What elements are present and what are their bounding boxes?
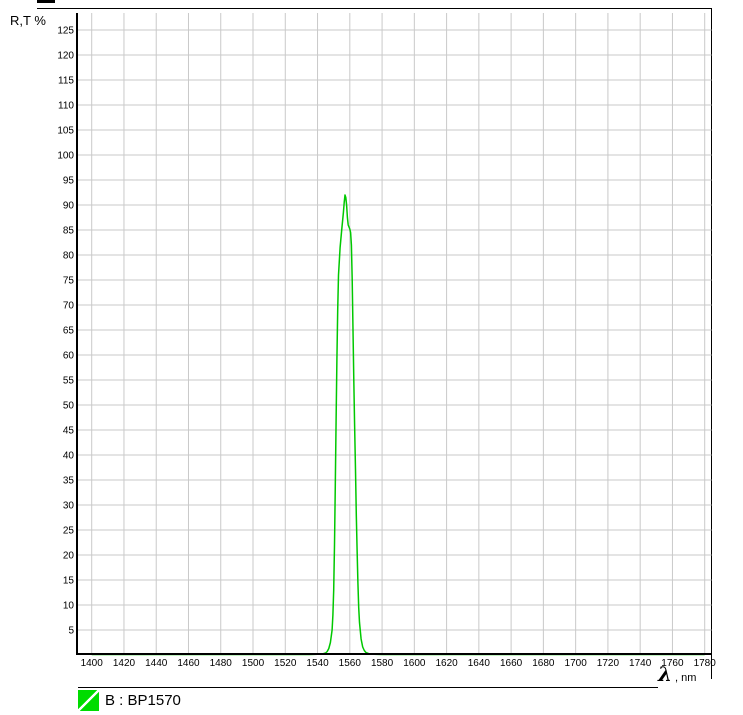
- y-tick-label: 80: [63, 251, 75, 262]
- x-tick-label: 1640: [468, 658, 491, 669]
- x-axis-title-line: [78, 687, 658, 688]
- x-tick-label: 1780: [694, 658, 717, 669]
- spectrum-chart-window: R,T % 5101520253035404550556065707580859…: [0, 0, 743, 715]
- y-tick-label: 90: [63, 201, 75, 212]
- x-tick-label: 1660: [500, 658, 523, 669]
- y-tick-label: 115: [58, 76, 74, 87]
- legend-swatch: [78, 690, 99, 711]
- y-tick-label: 20: [63, 551, 75, 562]
- y-tick-label: 65: [63, 326, 75, 337]
- y-tick-label: 100: [57, 151, 74, 162]
- y-tick-label: 70: [63, 301, 75, 312]
- y-tick-label: 105: [57, 126, 74, 137]
- y-tick-label: 30: [63, 501, 75, 512]
- y-tick-label: 45: [63, 426, 75, 437]
- y-tick-label: 35: [63, 476, 75, 487]
- x-tick-label: 1440: [145, 658, 168, 669]
- x-tick-label: 1400: [81, 658, 104, 669]
- y-tick-label: 120: [57, 51, 74, 62]
- x-tick-label: 1520: [274, 658, 297, 669]
- y-tick-label: 95: [63, 176, 75, 187]
- lambda-symbol: λ: [658, 664, 672, 684]
- x-axis-unit-label: , nm: [675, 672, 696, 684]
- y-tick-label: 75: [63, 276, 75, 287]
- x-tick-label: 1680: [532, 658, 555, 669]
- legend-label: B : BP1570: [105, 690, 181, 711]
- y-tick-label: 125: [57, 26, 74, 37]
- y-tick-label: 15: [63, 576, 75, 587]
- x-tick-label: 1560: [339, 658, 362, 669]
- x-tick-label: 1540: [306, 658, 329, 669]
- y-tick-label: 85: [63, 226, 75, 237]
- x-tick-label: 1420: [113, 658, 136, 669]
- y-tick-label: 60: [63, 351, 75, 362]
- x-tick-label: 1720: [597, 658, 620, 669]
- plot-area[interactable]: 5101520253035404550556065707580859095100…: [0, 0, 743, 715]
- y-tick-label: 40: [63, 451, 75, 462]
- x-tick-label: 1460: [177, 658, 200, 669]
- legend-item[interactable]: B : BP1570: [78, 690, 181, 711]
- x-tick-label: 1740: [629, 658, 652, 669]
- y-tick-label: 5: [68, 626, 74, 637]
- y-tick-label: 25: [63, 526, 75, 537]
- y-tick-label: 110: [58, 101, 74, 112]
- x-tick-label: 1580: [371, 658, 394, 669]
- spectrum-curve: [92, 195, 705, 655]
- x-tick-label: 1600: [403, 658, 426, 669]
- x-tick-label: 1700: [565, 658, 588, 669]
- y-tick-label: 55: [63, 376, 75, 387]
- y-tick-label: 50: [63, 401, 75, 412]
- x-tick-label: 1500: [242, 658, 265, 669]
- x-tick-label: 1620: [435, 658, 458, 669]
- y-tick-label: 10: [63, 601, 75, 612]
- x-tick-label: 1480: [210, 658, 233, 669]
